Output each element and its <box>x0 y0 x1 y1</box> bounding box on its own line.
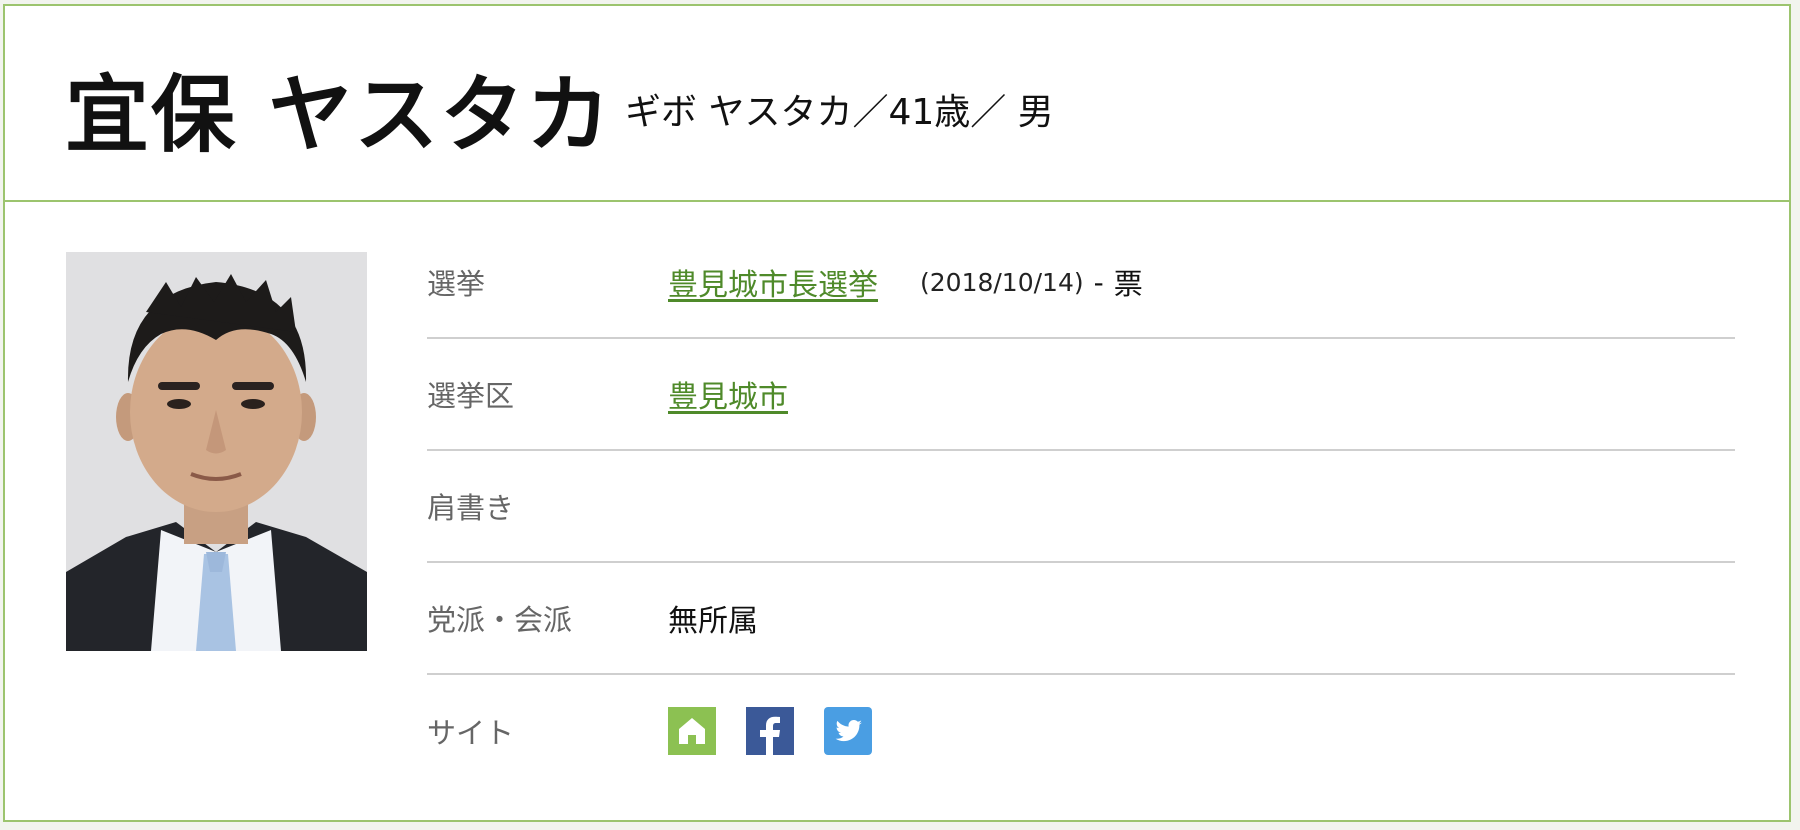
votes-separator: - <box>1093 265 1104 299</box>
candidate-name: 宜保 ヤスタカ <box>65 66 613 164</box>
row-label: 選挙 <box>427 267 486 301</box>
profile-row-election: 選挙 豊見城市長選挙 (2018/10/14) - 票 <box>427 227 1735 339</box>
district-link[interactable]: 豊見城市 <box>668 372 788 416</box>
profile-row-title: 肩書き <box>427 451 1735 563</box>
candidate-kana-age-gender: ギボ ヤスタカ／41歳／ 男 <box>625 92 1054 133</box>
facebook-icon[interactable] <box>746 707 794 755</box>
candidate-photo <box>66 252 367 651</box>
row-value: 豊見城市長選挙 (2018/10/14) - 票 <box>668 260 1143 304</box>
site-links <box>668 707 872 755</box>
candidate-header: 宜保 ヤスタカ ギボ ヤスタカ／41歳／ 男 <box>5 6 1789 202</box>
row-label: 党派・会派 <box>427 603 573 637</box>
row-label: 選挙区 <box>427 379 515 413</box>
row-label: 肩書き <box>427 491 515 525</box>
portrait-image <box>66 252 367 651</box>
profile-row-party: 党派・会派 無所属 <box>427 563 1735 675</box>
election-date: (2018/10/14) <box>920 267 1084 297</box>
profile-table: 選挙 豊見城市長選挙 (2018/10/14) - 票 選挙区 豊見城市 肩書き <box>427 227 1735 787</box>
candidate-card: 宜保 ヤスタカ ギボ ヤスタカ／41歳／ 男 選挙 豊見城市長選挙 (2018/… <box>3 4 1791 822</box>
profile-row-district: 選挙区 豊見城市 <box>427 339 1735 451</box>
candidate-body: 選挙 豊見城市長選挙 (2018/10/14) - 票 選挙区 豊見城市 肩書き <box>5 202 1789 822</box>
party-value: 無所属 <box>668 604 758 639</box>
row-value <box>668 707 872 755</box>
election-link[interactable]: 豊見城市長選挙 <box>668 260 878 304</box>
home-icon[interactable] <box>668 707 716 755</box>
row-value: 豊見城市 <box>668 372 788 416</box>
votes-count: 票 <box>1113 267 1143 301</box>
twitter-icon[interactable] <box>824 707 872 755</box>
profile-row-site: サイト <box>427 675 1735 787</box>
row-label: サイト <box>427 716 515 750</box>
